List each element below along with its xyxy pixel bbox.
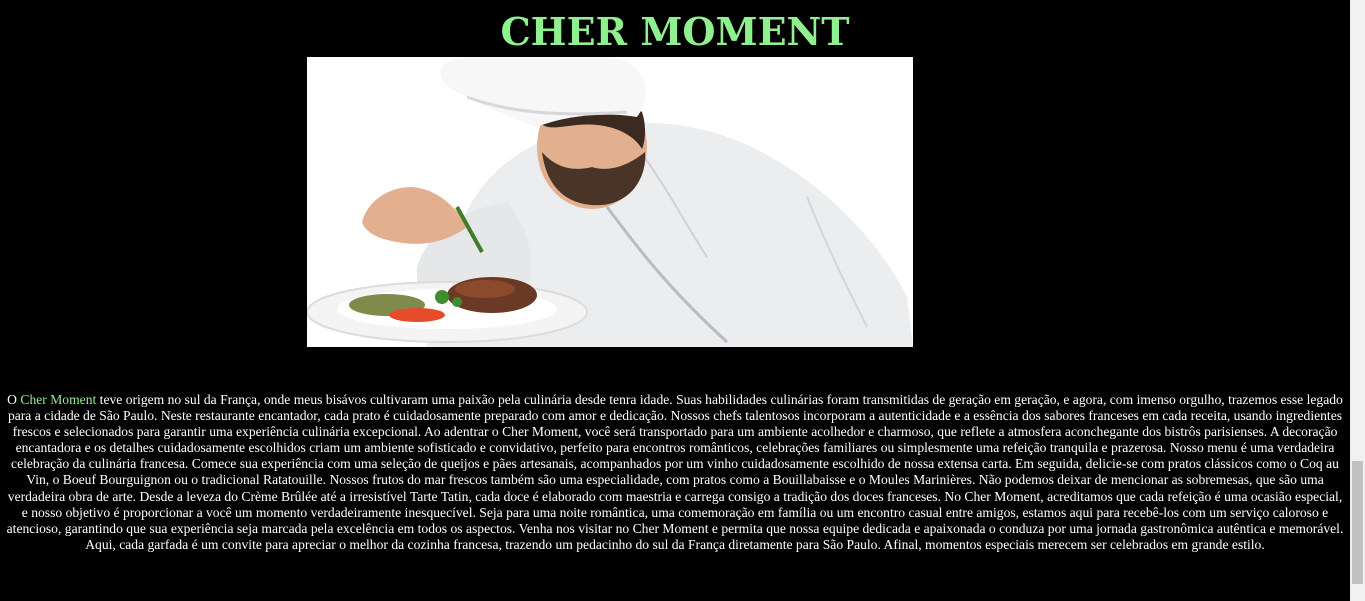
page: CHER MOMENT O Cher Moment teve origem no… [0, 0, 1350, 601]
story-intro: O [7, 392, 21, 407]
hero-image [307, 57, 913, 347]
restaurant-story: O Cher Moment teve origem no sul da Fran… [4, 392, 1346, 553]
page-title: CHER MOMENT [500, 9, 850, 54]
vertical-scrollbar[interactable] [1350, 0, 1365, 601]
scrollbar-thumb[interactable] [1352, 460, 1363, 585]
chef-illustration [307, 57, 913, 347]
story-body: teve origem no sul da França, onde meus … [6, 392, 1344, 552]
story-brand-name: Cher Moment [20, 392, 97, 407]
